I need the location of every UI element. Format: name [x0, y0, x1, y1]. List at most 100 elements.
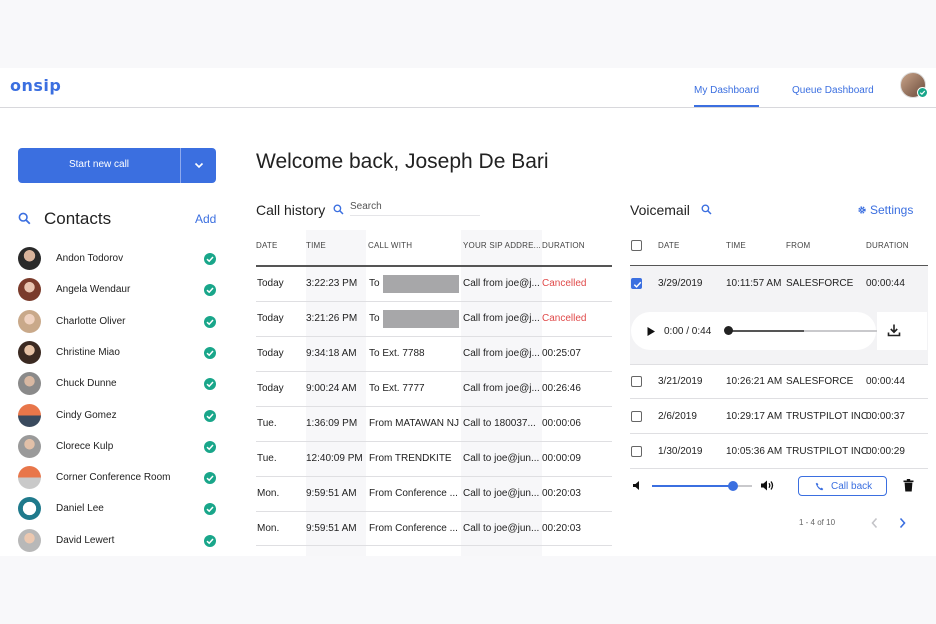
gear-icon[interactable]: [857, 205, 867, 215]
search-icon[interactable]: [18, 212, 31, 225]
cell-duration: 00:00:44: [866, 278, 905, 289]
column-header-sip-address[interactable]: YOUR SIP ADDRE...: [463, 241, 541, 250]
cell-date: Today: [257, 348, 284, 359]
download-icon[interactable]: [887, 323, 901, 337]
cell-duration: 00:20:03: [542, 523, 581, 534]
row-divider: [256, 511, 612, 512]
call-history-search-input[interactable]: [350, 198, 480, 216]
contact-item[interactable]: Cindy Gomez: [18, 404, 218, 428]
volume-low-icon[interactable]: [632, 480, 642, 491]
phone-icon: [815, 482, 824, 491]
cell-time: 9:59:51 AM: [306, 523, 357, 534]
contact-name: Chuck Dunne: [56, 378, 117, 389]
cell-from: SALESFORCE: [786, 376, 854, 387]
cell-sip: Call to joe@jun...: [463, 453, 540, 464]
row-checkbox[interactable]: [631, 411, 642, 422]
search-icon[interactable]: [333, 204, 344, 215]
playback-knob[interactable]: [724, 326, 733, 335]
avatar: [18, 435, 41, 458]
call-history-title: Call history: [256, 202, 326, 218]
cell-time: 9:34:18 AM: [306, 348, 357, 359]
tab-queue-dashboard[interactable]: Queue Dashboard: [792, 85, 874, 96]
contact-item[interactable]: Clorece Kulp: [18, 435, 218, 459]
chevron-right-icon[interactable]: [898, 517, 907, 529]
contact-name: Charlotte Oliver: [56, 316, 126, 327]
cell-sip: Call to joe@jun...: [463, 488, 540, 499]
call-back-button[interactable]: Call back: [798, 476, 887, 496]
column-header-time[interactable]: TIME: [306, 241, 326, 250]
cell-date: Today: [257, 278, 284, 289]
settings-link[interactable]: Settings: [870, 203, 913, 217]
start-new-call-button[interactable]: Start new call: [18, 148, 216, 183]
column-header-time[interactable]: TIME: [726, 241, 746, 250]
playback-progress-fill: [730, 330, 804, 332]
contact-name: Christine Miao: [56, 347, 120, 358]
cell-date: Today: [257, 383, 284, 394]
column-header-duration[interactable]: DURATION: [542, 241, 585, 250]
playback-progress[interactable]: [730, 330, 877, 332]
contact-name: Andon Todorov: [56, 253, 124, 264]
cell-time: 12:40:09 PM: [306, 453, 363, 464]
row-divider: [256, 406, 612, 407]
available-status-icon: [204, 316, 216, 328]
avatar: [18, 372, 41, 395]
avatar: [18, 341, 41, 364]
search-icon[interactable]: [701, 204, 712, 215]
play-icon[interactable]: [646, 326, 656, 337]
column-header-date[interactable]: DATE: [658, 241, 680, 250]
onsip-logo[interactable]: onsip: [10, 76, 61, 95]
call-back-label: Call back: [831, 481, 873, 492]
row-checkbox[interactable]: [631, 376, 642, 387]
column-header-call-with[interactable]: CALL WITH: [368, 241, 412, 250]
cell-date: Tue.: [257, 418, 277, 429]
cell-from: TRUSTPILOT INC: [786, 446, 869, 457]
add-contact-link[interactable]: Add: [195, 212, 216, 226]
row-divider: [256, 371, 612, 372]
column-header-duration[interactable]: DURATION: [866, 241, 909, 250]
contact-item[interactable]: David Lewert: [18, 529, 218, 553]
cell-duration: 00:00:37: [866, 411, 905, 422]
cell-call-with: To: [369, 313, 380, 324]
cell-call-with: From MATAWAN NJ: [369, 418, 459, 429]
cell-call-with: To: [369, 278, 380, 289]
avatar: [18, 529, 41, 552]
volume-knob[interactable]: [728, 481, 738, 491]
cell-date: 3/29/2019: [658, 278, 703, 289]
contact-name: Corner Conference Room: [56, 472, 171, 483]
cell-time: 10:29:17 AM: [726, 411, 783, 422]
online-status-icon: [917, 87, 928, 98]
cell-time: 9:00:24 AM: [306, 383, 357, 394]
available-status-icon: [204, 410, 216, 422]
contact-item[interactable]: Angela Wendaur: [18, 278, 218, 302]
contact-item[interactable]: Corner Conference Room: [18, 466, 218, 490]
contact-item[interactable]: Charlotte Oliver: [18, 310, 218, 334]
cell-date: Mon.: [257, 488, 280, 499]
select-all-checkbox[interactable]: [631, 240, 642, 251]
contact-name: Clorece Kulp: [56, 441, 114, 452]
chevron-down-icon[interactable]: [193, 159, 205, 171]
cell-duration: 00:00:09: [542, 453, 581, 464]
row-divider: [630, 433, 928, 434]
contact-item[interactable]: Andon Todorov: [18, 247, 218, 271]
cell-sip: Call from joe@j...: [463, 383, 540, 394]
cell-call-with: To Ext. 7788: [369, 348, 425, 359]
cell-sip: Call to 180037...: [463, 418, 536, 429]
column-header-date[interactable]: DATE: [256, 241, 278, 250]
chevron-left-icon[interactable]: [870, 517, 879, 529]
app-window: onsip My Dashboard Queue Dashboard Start…: [0, 68, 936, 556]
cell-time: 3:22:23 PM: [306, 278, 358, 289]
column-header-from[interactable]: FROM: [786, 241, 810, 250]
cell-duration: Cancelled: [542, 278, 587, 289]
contact-item[interactable]: Chuck Dunne: [18, 372, 218, 396]
trash-icon[interactable]: [903, 479, 914, 492]
row-checkbox[interactable]: [631, 446, 642, 457]
cell-from: TRUSTPILOT INC: [786, 411, 869, 422]
row-divider: [256, 545, 612, 546]
available-status-icon: [204, 472, 216, 484]
volume-high-icon[interactable]: [760, 479, 775, 492]
contact-item[interactable]: Daniel Lee: [18, 497, 218, 521]
tab-my-dashboard[interactable]: My Dashboard: [694, 85, 760, 107]
contact-item[interactable]: Christine Miao: [18, 341, 218, 365]
cell-call-with: From Conference ...: [369, 488, 458, 499]
avatar: [18, 247, 41, 270]
